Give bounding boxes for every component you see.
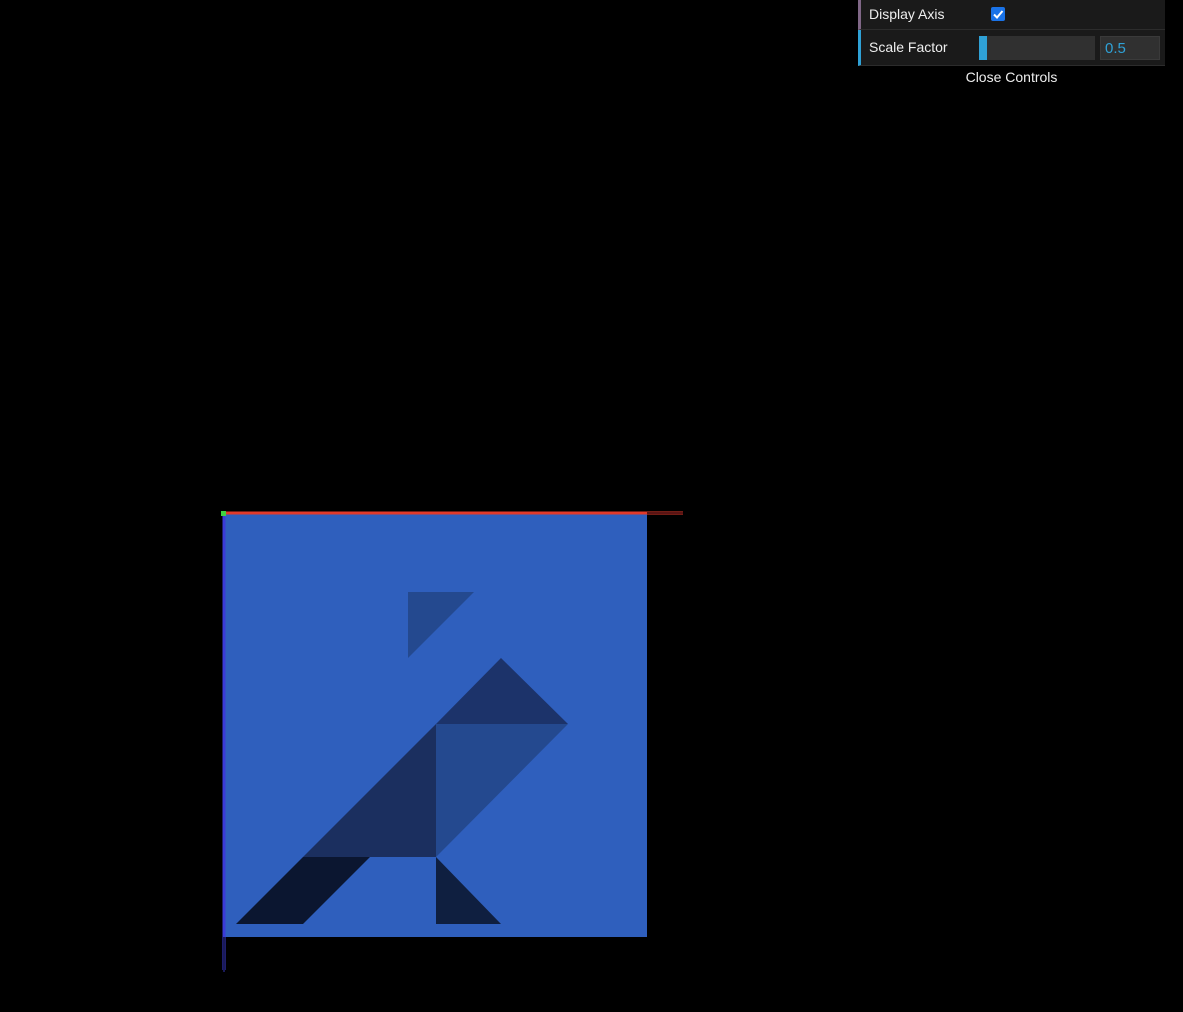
close-controls-button[interactable]: Close Controls <box>858 66 1165 88</box>
scale-factor-label: Scale Factor <box>869 39 948 55</box>
scale-factor-slider[interactable] <box>979 36 1095 60</box>
scale-factor-input[interactable]: 0.5 <box>1100 36 1160 60</box>
display-axis-row[interactable]: Display Axis <box>858 0 1165 30</box>
webgl-canvas[interactable] <box>0 0 1183 1012</box>
y-axis-dot <box>221 511 226 516</box>
scale-factor-row: Scale Factor 0.5 <box>858 30 1165 66</box>
checkmark-icon <box>993 10 1004 19</box>
controls-panel: Display Axis Scale Factor 0.5 Close Cont… <box>858 0 1165 88</box>
display-axis-checkbox[interactable] <box>991 7 1005 21</box>
scale-factor-slider-fill <box>979 36 987 60</box>
display-axis-label: Display Axis <box>869 6 945 22</box>
